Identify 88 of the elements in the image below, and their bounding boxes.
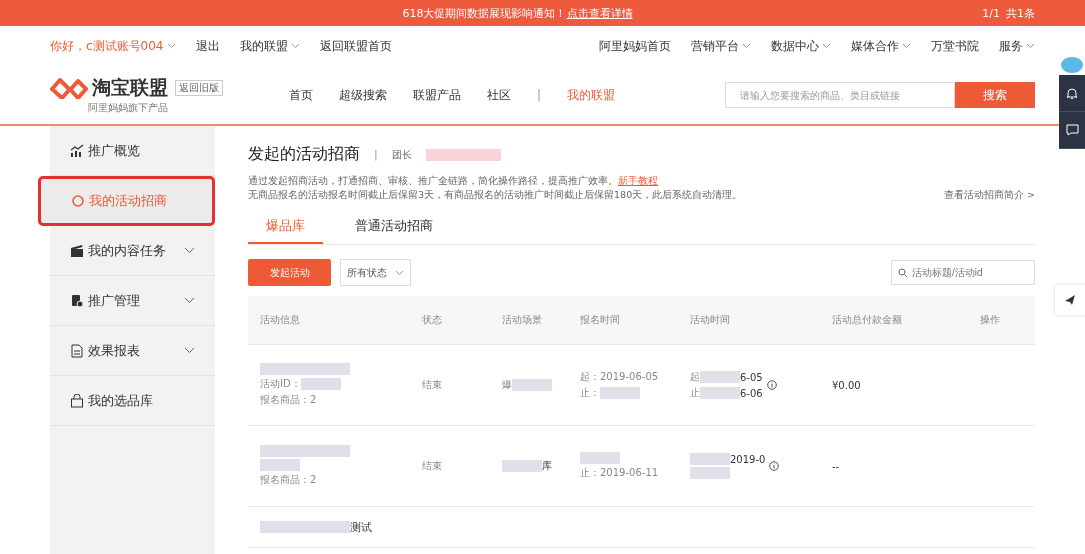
chat-icon: [1065, 124, 1079, 136]
status-text: 结束: [422, 459, 443, 473]
column-header: 状态: [422, 313, 443, 327]
cell-text: 测试: [350, 519, 372, 535]
search-field[interactable]: 请输入您要搜索的商品、类目或链接: [725, 82, 955, 108]
column-header: 操作: [980, 313, 1001, 327]
nav-link[interactable]: 首页: [289, 86, 313, 104]
activity-search-field[interactable]: 活动标题/活动id: [891, 260, 1035, 285]
bell-icon: [1066, 86, 1078, 100]
cell-text: 报名商品：2: [260, 393, 317, 407]
logo-icon: [50, 77, 88, 99]
old-version-link[interactable]: 返回旧版: [175, 80, 223, 96]
nav-link[interactable]: 超级搜索: [339, 86, 387, 104]
top-link[interactable]: 返回联盟首页: [319, 37, 392, 55]
note-text: 无商品报名的活动报名时间截止后保留3天，有商品报名的活动推广时间截止后保留180天，此后系统自动清理。: [248, 189, 743, 202]
caret-icon: [166, 43, 176, 49]
coins-icon: [70, 293, 84, 308]
cell-text: 止：2019-06-11: [580, 466, 659, 480]
top-link[interactable]: 退出: [195, 37, 220, 55]
top-link[interactable]: 营销平台: [691, 37, 751, 55]
nav-link[interactable]: 社区: [487, 86, 511, 104]
nav-link[interactable]: 我的联盟: [567, 86, 616, 104]
amount-text: ¥0.00: [832, 379, 862, 391]
sidebar-item[interactable]: 效果报表: [50, 326, 215, 376]
amount-text: --: [832, 460, 841, 472]
caret-icon: [1026, 43, 1035, 49]
cell-text: 库: [542, 459, 552, 473]
cell-text: 6-05: [740, 371, 763, 383]
chart-icon: [70, 143, 84, 158]
cell-text: 2019-0: [730, 453, 766, 465]
top-link[interactable]: 服务: [999, 37, 1035, 55]
column-header: 活动总付款金额: [832, 313, 903, 327]
leader-label: 团长: [391, 147, 412, 162]
caret-icon: [902, 43, 911, 49]
caret-icon: [290, 43, 300, 49]
chevron-icon: [184, 247, 195, 254]
brand-tagline: 阿里妈妈旗下产品: [88, 101, 169, 115]
cell-text: 报名商品：2: [260, 473, 317, 487]
search-icon: [898, 268, 908, 278]
caret-icon: [822, 43, 831, 49]
top-link[interactable]: 媒体合作: [851, 37, 911, 55]
chevron-icon: [184, 347, 195, 354]
cell-text: 止：: [580, 386, 600, 400]
column-header: 活动信息: [260, 313, 301, 327]
chevron-icon: [184, 297, 195, 304]
top-link[interactable]: 你好，c测试账号004: [50, 37, 176, 55]
cell-text: 爆: [502, 378, 512, 392]
sidebar-item[interactable]: 推广管理: [50, 276, 215, 326]
status-text: 结束: [422, 378, 443, 392]
sidebar-item[interactable]: 我的选品库: [50, 376, 215, 426]
cell-text: 活动ID：: [260, 377, 301, 391]
top-link[interactable]: 数据中心: [771, 37, 831, 55]
intro-link[interactable]: 查看活动招商简介 >: [944, 189, 1035, 202]
column-header: 活动场景: [502, 313, 543, 327]
intro-text: 通过发起招商活动，打通招商、审核、推广全链路，简化操作路径，提高推广效率。新手教程: [248, 174, 659, 188]
notice-text: 618大促期间数据展现影响通知！: [402, 5, 567, 21]
bag-icon: [70, 393, 84, 408]
info-icon[interactable]: [766, 380, 777, 390]
info-icon[interactable]: [769, 461, 780, 471]
clapper-icon: [70, 243, 84, 258]
sidebar-item[interactable]: 我的内容任务: [50, 226, 215, 276]
top-link[interactable]: 万堂书院: [931, 37, 979, 55]
tutorial-link[interactable]: 新手教程: [618, 175, 658, 186]
cell-text: 止: [690, 386, 700, 400]
caret-icon: [742, 43, 751, 49]
column-header: 活动时间: [690, 313, 731, 327]
plane-icon: [1064, 294, 1076, 306]
chat-button[interactable]: [1059, 112, 1085, 149]
cell-text: 起: [690, 370, 700, 384]
notice-count: 共1条: [1006, 5, 1035, 21]
brand-name: 淘宝联盟: [92, 75, 168, 100]
plane-button[interactable]: [1055, 285, 1085, 315]
caret-icon: [395, 269, 404, 276]
cell-text: 起：2019-06-05: [580, 370, 659, 384]
nav-link[interactable]: 联盟产品: [413, 86, 461, 104]
cell-text: 6-06: [740, 387, 763, 399]
bell-button[interactable]: [1059, 75, 1085, 112]
top-link[interactable]: 我的联盟: [239, 37, 300, 55]
top-link[interactable]: 阿里妈妈首页: [599, 37, 671, 55]
nav-separator: |: [537, 88, 542, 102]
status-select[interactable]: 所有状态: [340, 259, 411, 286]
page-title: 发起的活动招商: [248, 144, 360, 165]
document-icon: [70, 343, 84, 358]
tab[interactable]: 爆品库: [248, 210, 323, 244]
tab[interactable]: 普通活动招商: [337, 210, 451, 244]
column-header: 报名时间: [580, 313, 621, 327]
notice-pager: 1/1: [982, 6, 1000, 20]
title-separator: |: [374, 148, 378, 161]
